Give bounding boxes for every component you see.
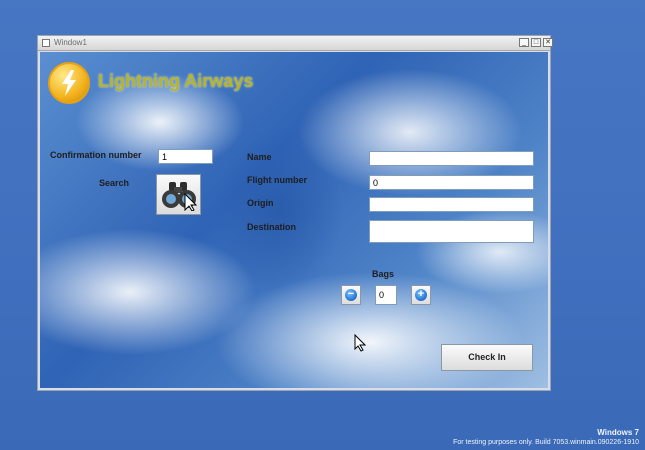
confirmation-label: Confirmation number [50, 150, 142, 160]
client-area: Lightning Airways Confirmation number Se… [40, 52, 548, 388]
os-watermark: Windows 7 [597, 428, 639, 437]
search-label: Search [99, 178, 130, 188]
confirmation-input[interactable] [158, 149, 213, 164]
brand-name: Lightning Airways [98, 71, 254, 91]
window-title: Window1 [54, 38, 87, 47]
destination-label: Destination [247, 222, 297, 232]
bags-increment-button[interactable]: + [411, 285, 431, 305]
bags-decrement-button[interactable]: − [341, 285, 361, 305]
title-bar[interactable]: Window1 _ □ ✕ [38, 36, 553, 51]
destination-input[interactable] [369, 220, 534, 243]
build-watermark: For testing purposes only. Build 7053.wi… [453, 439, 639, 446]
search-button[interactable] [156, 174, 201, 215]
bags-label: Bags [372, 269, 395, 279]
minus-icon: − [345, 289, 357, 301]
close-button[interactable]: ✕ [543, 38, 553, 47]
origin-input[interactable] [369, 197, 534, 212]
lightning-bolt-icon [48, 62, 90, 104]
flight-number-input[interactable] [369, 175, 534, 190]
mouse-pointer-icon [354, 334, 366, 352]
app-window: Window1 _ □ ✕ Lightning Airways Confirma… [37, 35, 553, 391]
window-app-icon [42, 39, 50, 47]
desktop: Window1 _ □ ✕ Lightning Airways Confirma… [0, 0, 645, 450]
binoculars-icon [162, 182, 198, 211]
maximize-button[interactable]: □ [531, 38, 541, 47]
bags-count-input[interactable] [375, 285, 397, 305]
name-input[interactable] [369, 151, 534, 166]
name-label: Name [247, 152, 272, 162]
flight-number-label: Flight number [247, 175, 307, 185]
check-in-button[interactable]: Check In [441, 344, 533, 371]
plus-icon: + [415, 289, 427, 301]
origin-label: Origin [247, 198, 274, 208]
minimize-button[interactable]: _ [519, 38, 529, 47]
